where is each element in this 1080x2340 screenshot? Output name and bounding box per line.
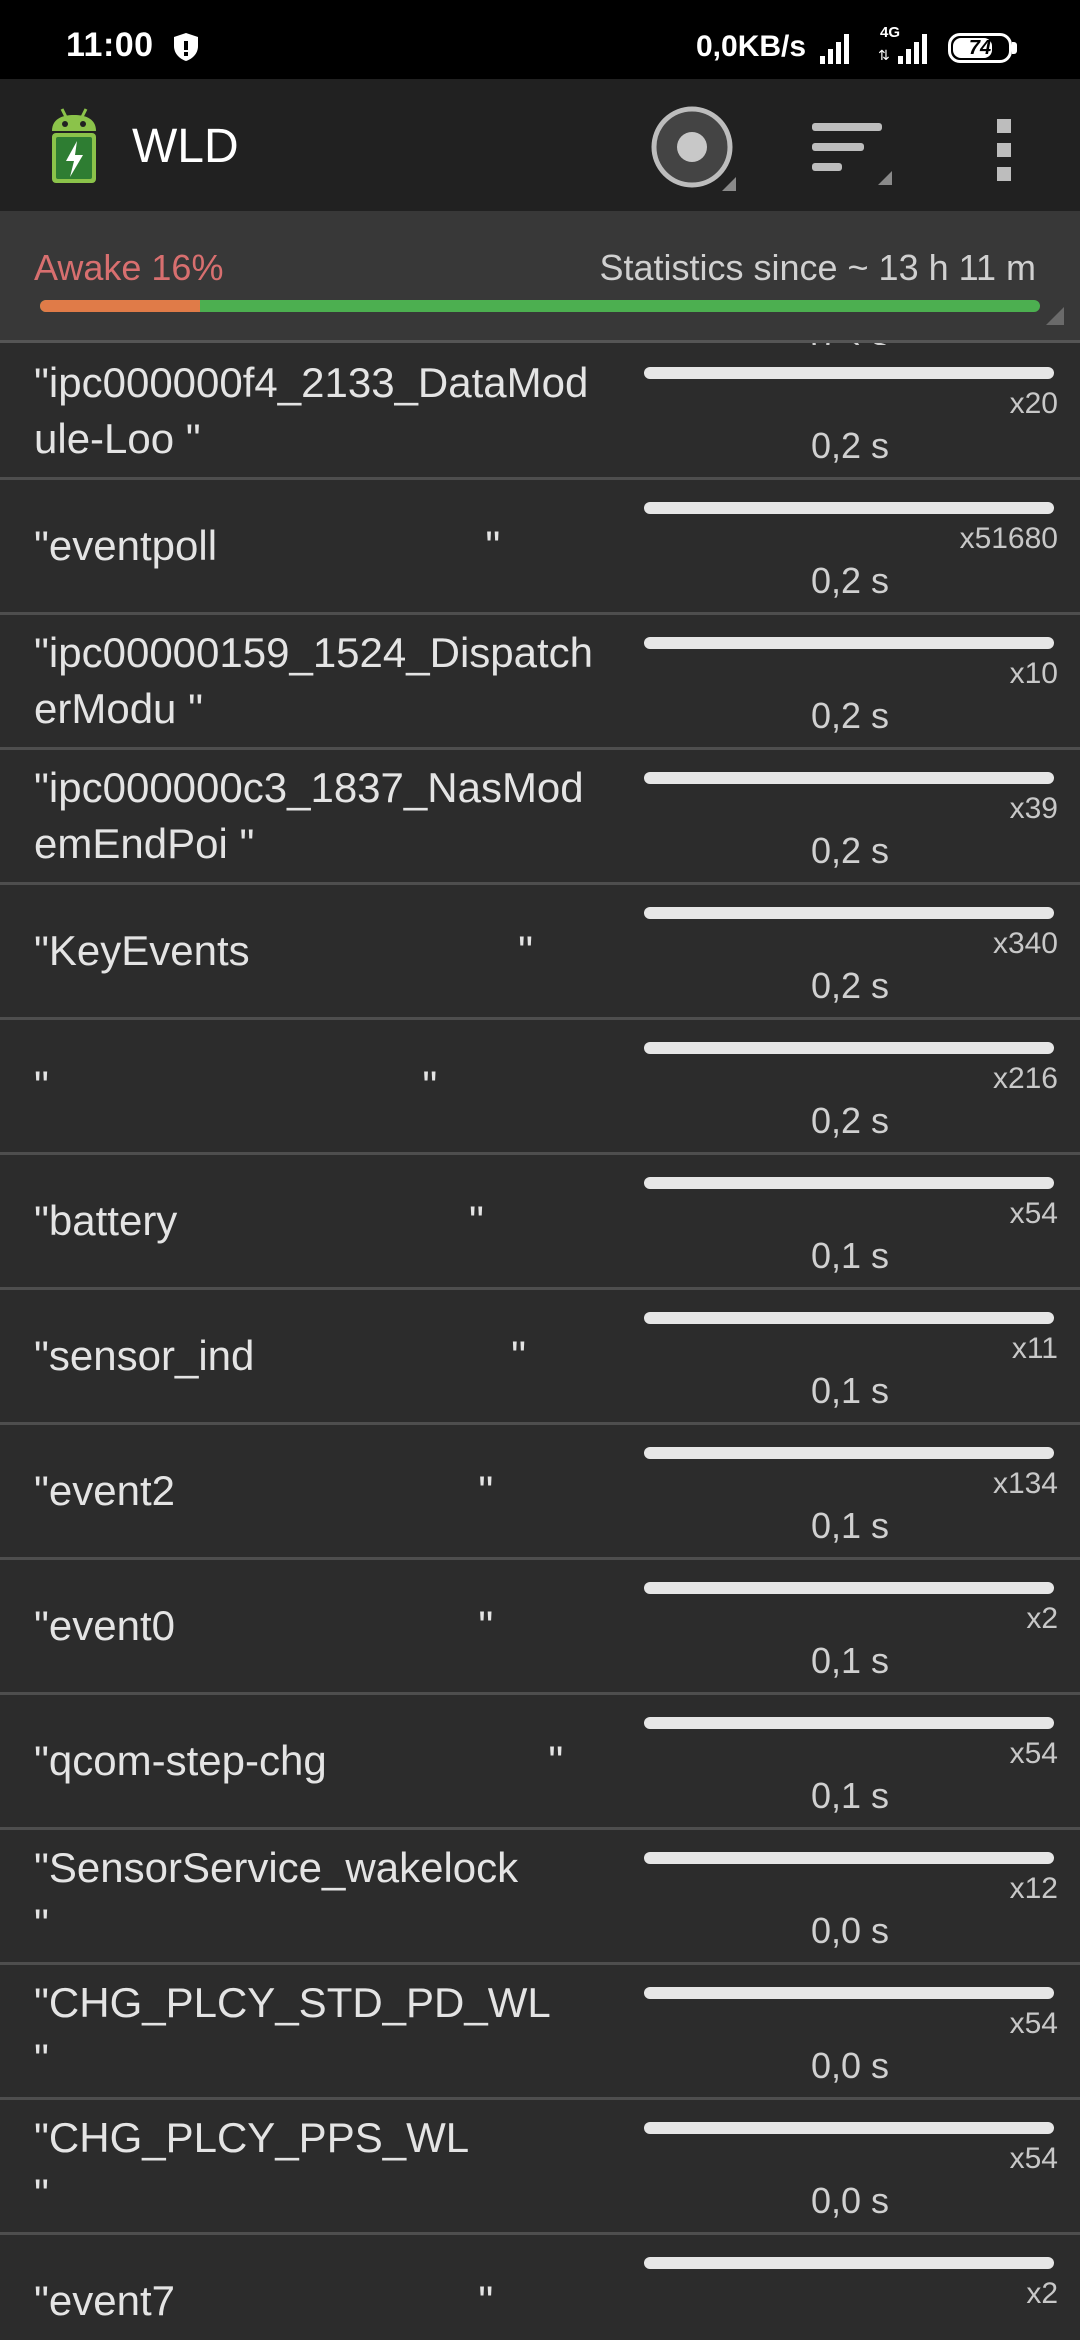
network-activity-icon: ⇅: [878, 47, 890, 63]
awake-progress-fill: [40, 300, 200, 312]
awake-progress-bar: [40, 300, 1040, 312]
wakelock-name: "event7 ": [34, 2277, 494, 2324]
wakelock-row[interactable]: "ipc00000159_1524_DispatcherModu " x10 0,2…: [0, 615, 1080, 750]
sort-icon[interactable]: [808, 115, 894, 189]
wakelock-name: "CHG_PLCY_PPS_WL ": [34, 2114, 470, 2217]
wakelock-duration-bar: [644, 367, 1054, 379]
wakelock-row[interactable]: "eventpoll " x51680 0,2 s: [0, 480, 1080, 615]
wakelock-list[interactable]: 0,3 s "ipc000000f4_2133_DataModule-Loo "…: [0, 343, 1080, 2340]
expand-corner-icon: [1046, 307, 1064, 325]
statistics-since: Statistics since ~ 13 h 11 m: [599, 247, 1036, 288]
wakelock-time: 0,2 s: [810, 1100, 890, 1141]
wakelock-count: x2: [1026, 2277, 1058, 2310]
wakelock-time: 0,0 s: [810, 2045, 890, 2086]
wakelock-time: 0,0 s: [810, 1910, 890, 1951]
wakelock-duration-bar: [644, 1177, 1054, 1189]
wakelock-duration-bar: [644, 1042, 1054, 1054]
battery-tip: [1012, 42, 1017, 54]
wakelock-count: x2: [1026, 1602, 1058, 1635]
wakelock-time: 0,1 s: [810, 1235, 890, 1276]
awake-summary[interactable]: Awake 16% Statistics since ~ 13 h 11 m: [0, 211, 1080, 343]
wakelock-name: "sensor_ind ": [34, 1332, 527, 1379]
wakelock-duration-bar: [644, 1582, 1054, 1594]
shield-icon: [174, 33, 198, 61]
wakelock-row[interactable]: "event2 " x134 0,1 s: [0, 1425, 1080, 1560]
wakelock-name: "ipc000000f4_2133_DataModule-Loo ": [34, 359, 589, 462]
wakelock-count: x216: [992, 1062, 1058, 1095]
wakelock-name: "KeyEvents ": [34, 927, 533, 974]
wakelock-row[interactable]: "sensor_ind " x11 0,1 s: [0, 1290, 1080, 1425]
wakelock-count: x54: [1009, 1197, 1058, 1230]
wakelock-time: 0,2 s: [810, 965, 890, 1006]
wakelock-time: 0,0 s: [810, 2180, 890, 2221]
wakelock-name: "ipc00000159_1524_DispatcherModu ": [34, 629, 594, 732]
signal-strength-icon: [898, 34, 927, 64]
wakelock-row[interactable]: "event7 " x2: [0, 2235, 1080, 2340]
wakelock-time: 0,1 s: [810, 1370, 890, 1411]
wakelock-name: "event0 ": [34, 1602, 494, 1649]
wakelock-duration-bar: [644, 1717, 1054, 1729]
battery-icon: 74: [948, 33, 1012, 63]
wakelock-count: x10: [1009, 657, 1058, 690]
app-title: WLD: [132, 120, 239, 173]
wakelock-duration-bar: [644, 1987, 1054, 1999]
wakelock-count: x134: [992, 1467, 1058, 1500]
wakelock-row[interactable]: "ipc000000f4_2133_DataModule-Loo " x20 0,2…: [0, 345, 1080, 480]
wakelock-time: 0,2 s: [810, 560, 890, 601]
awake-label: Awake 16%: [34, 247, 224, 288]
wakelock-name: "ipc000000c3_1837_NasModemEndPoi ": [34, 764, 584, 867]
wakelock-count: x51680: [959, 522, 1058, 555]
wakelock-time: 0,1 s: [810, 1505, 890, 1546]
wakelock-row[interactable]: "battery " x54 0,1 s: [0, 1155, 1080, 1290]
wakelock-row[interactable]: "SensorService_wakelock " x12 0,0 s: [0, 1830, 1080, 1965]
wakelock-time: 0,2 s: [810, 425, 890, 466]
wakelock-count: x340: [992, 927, 1058, 960]
more-vert-icon[interactable]: [990, 115, 1018, 185]
wakelock-duration-bar: [644, 1852, 1054, 1864]
wakelock-duration-bar: [644, 1312, 1054, 1324]
status-time: 11:00: [66, 26, 154, 64]
wakelock-row[interactable]: "CHG_PLCY_PPS_WL " x54 0,0 s: [0, 2100, 1080, 2235]
wakelock-count: x20: [1009, 387, 1058, 420]
wakelock-count: x12: [1009, 1872, 1058, 1905]
wakelock-count: x54: [1009, 2142, 1058, 2175]
wakelock-duration-bar: [644, 907, 1054, 919]
wakelock-time: 0,2 s: [810, 830, 890, 871]
battery-level: 74: [968, 37, 992, 59]
wakelock-duration-bar: [644, 1447, 1054, 1459]
wakelock-row[interactable]: "event0 " x2 0,1 s: [0, 1560, 1080, 1695]
wakelock-row[interactable]: " " x216 0,2 s: [0, 1020, 1080, 1155]
wakelock-duration-bar: [644, 2257, 1054, 2269]
wakelock-row[interactable]: "CHG_PLCY_STD_PD_WL " x54 0,0 s: [0, 1965, 1080, 2100]
status-bar: 11:00 0,0KB/s 4G ⇅ 74: [0, 0, 1080, 79]
wakelock-name: "CHG_PLCY_STD_PD_WL ": [34, 1979, 551, 2082]
wakelock-name: "battery ": [34, 1197, 484, 1244]
wakelock-row[interactable]: "qcom-step-chg " x54 0,1 s: [0, 1695, 1080, 1830]
wakelock-duration-bar: [644, 772, 1054, 784]
app-bar: WLD: [0, 79, 1080, 211]
wakelock-row[interactable]: "ipc000000c3_1837_NasModemEndPoi " x39 0,2…: [0, 750, 1080, 885]
wakelock-count: x11: [1011, 1332, 1058, 1365]
wakelock-count: x54: [1009, 1737, 1058, 1770]
signal-strength-icon: [820, 34, 849, 64]
wakelock-name: "SensorService_wakelock ": [34, 1844, 519, 1947]
wakelock-duration-bar: [644, 2122, 1054, 2134]
android-battery-logo-icon: [52, 108, 96, 183]
wakelock-name: " ": [34, 1062, 438, 1109]
wakelock-count: x39: [1009, 792, 1058, 825]
record-icon[interactable]: [650, 105, 740, 195]
wakelock-name: "eventpoll ": [34, 522, 501, 569]
wakelock-time: 0,1 s: [810, 1775, 890, 1816]
wakelock-name: "event2 ": [34, 1467, 494, 1514]
wakelock-time: 0,2 s: [810, 695, 890, 736]
wakelock-duration-bar: [644, 502, 1054, 514]
wakelock-count: x54: [1009, 2007, 1058, 2040]
wakelock-row[interactable]: "KeyEvents " x340 0,2 s: [0, 885, 1080, 1020]
wakelock-name: "qcom-step-chg ": [34, 1737, 564, 1784]
wakelock-duration-bar: [644, 637, 1054, 649]
net-speed: 0,0KB/s: [696, 30, 807, 63]
wakelock-time: 0,1 s: [810, 1640, 890, 1681]
